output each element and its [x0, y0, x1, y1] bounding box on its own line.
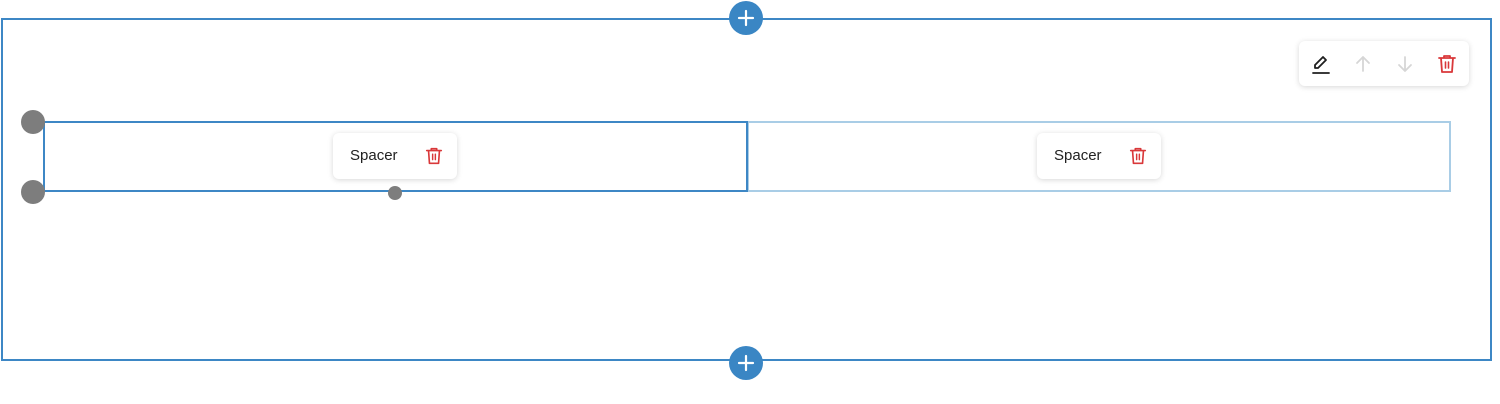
- plus-icon: [737, 354, 755, 372]
- add-section-above-button[interactable]: [729, 1, 763, 35]
- delete-section-button[interactable]: [1434, 51, 1460, 77]
- trash-icon: [1129, 147, 1147, 165]
- arrow-down-icon: [1398, 56, 1412, 72]
- trash-icon: [1438, 55, 1456, 73]
- delete-spacer-button[interactable]: [422, 144, 446, 168]
- delete-spacer-button[interactable]: [1126, 144, 1150, 168]
- arrow-up-icon: [1356, 56, 1370, 72]
- add-section-below-button[interactable]: [729, 346, 763, 380]
- resize-handle-bottom[interactable]: [21, 180, 45, 204]
- spacer-height-handle[interactable]: [388, 186, 402, 200]
- builder-canvas: Spacer Spacer: [0, 0, 1500, 404]
- spacer-label: Spacer: [1054, 147, 1102, 164]
- spacer-label: Spacer: [350, 147, 398, 164]
- trash-icon: [425, 147, 443, 165]
- edit-button[interactable]: [1308, 51, 1334, 77]
- move-up-button[interactable]: [1350, 51, 1376, 77]
- spacer-chip[interactable]: Spacer: [333, 133, 457, 179]
- edit-icon: [1312, 56, 1330, 74]
- plus-icon: [737, 9, 755, 27]
- move-down-button[interactable]: [1392, 51, 1418, 77]
- resize-handle-top[interactable]: [21, 110, 45, 134]
- section-toolbar: [1299, 41, 1469, 86]
- column-divider: [746, 121, 748, 192]
- spacer-chip[interactable]: Spacer: [1037, 133, 1161, 179]
